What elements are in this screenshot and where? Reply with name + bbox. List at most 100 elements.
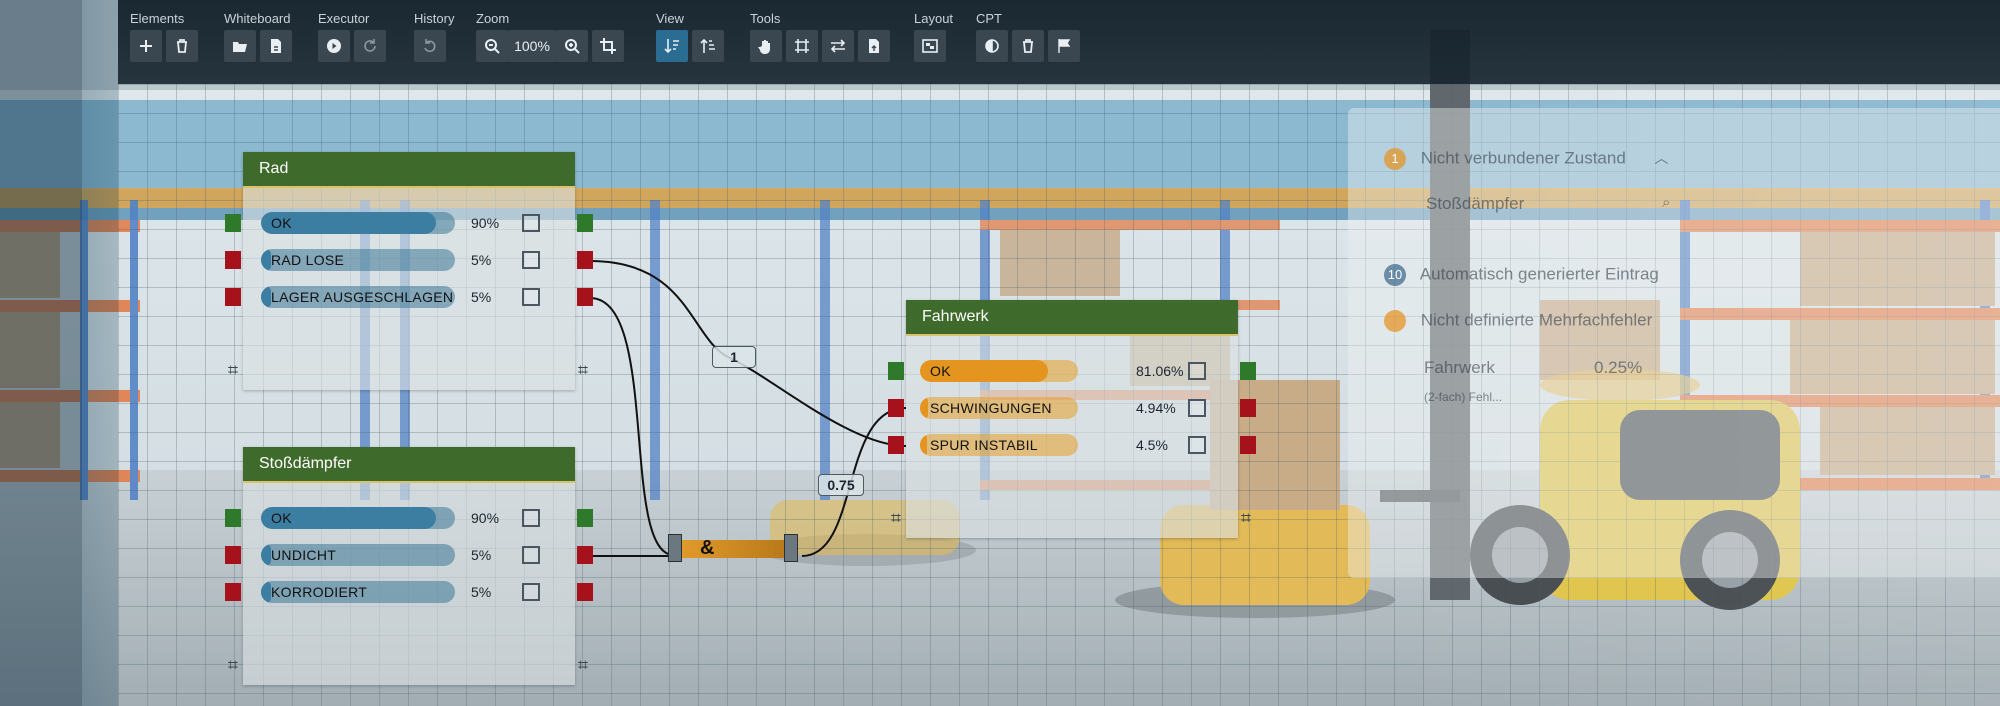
node-stossdaempfer[interactable]: Stoßdämpfer OK 90% UNDICHT 5% KORRODIERT… [225, 447, 593, 685]
state-percent: 5% [471, 289, 492, 305]
and-gate[interactable]: & [668, 534, 798, 562]
resize-handle-icon[interactable]: ⌗ [225, 361, 241, 379]
node-title[interactable]: Stoßdämpfer [243, 447, 575, 481]
state-bar: LAGER AUSGESCHLAGEN [261, 286, 455, 308]
input-port[interactable] [888, 362, 904, 380]
issue-subitem[interactable]: Fahrwerk 0.25% [1424, 358, 1904, 378]
and-gate-bar [682, 540, 786, 558]
state-percent: 81.06% [1136, 363, 1184, 379]
state-bar: KORRODIERT [261, 581, 455, 603]
output-port[interactable] [577, 583, 593, 601]
input-port[interactable] [888, 399, 904, 417]
input-port[interactable] [888, 436, 904, 454]
chevron-up-icon[interactable]: ︿ [1655, 148, 1669, 168]
issues-panel: 1 Nicht verbundener Zustand ︿ Stoßdämpfe… [1348, 108, 2000, 578]
output-port[interactable] [1240, 436, 1256, 454]
and-gate-output-handle[interactable] [784, 534, 798, 562]
state-bar-fill [920, 397, 928, 419]
state-checkbox[interactable] [522, 509, 540, 527]
state-label: UNDICHT [271, 547, 337, 563]
warning-badge-icon [1384, 310, 1406, 332]
state-row[interactable]: OK 90% [243, 212, 575, 236]
input-port[interactable] [225, 583, 241, 601]
state-row[interactable]: SPUR INSTABIL 4.5% [906, 434, 1238, 458]
output-port[interactable] [577, 509, 593, 527]
state-label: OK [930, 363, 951, 379]
node-fahrwerk[interactable]: Fahrwerk OK 81.06% SCHWINGUNGEN 4.94% SP… [888, 300, 1256, 538]
state-bar: OK [261, 212, 455, 234]
connection-weight-label[interactable]: 0.75 [818, 474, 864, 496]
issue-subitem[interactable]: Stoßdämpfer ⌕ [1426, 194, 1670, 214]
state-checkbox[interactable] [522, 214, 540, 232]
output-port[interactable] [1240, 399, 1256, 417]
issue-item-multifault[interactable]: Nicht definierte Mehrfachfehler [1384, 310, 1652, 332]
state-checkbox[interactable] [1188, 362, 1206, 380]
output-port[interactable] [1240, 362, 1256, 380]
state-checkbox[interactable] [522, 251, 540, 269]
output-port[interactable] [577, 214, 593, 232]
input-port[interactable] [225, 509, 241, 527]
node-header-stripe [243, 481, 575, 483]
state-label: OK [271, 510, 292, 526]
state-label: OK [271, 215, 292, 231]
resize-handle-icon[interactable]: ⌗ [225, 656, 241, 674]
connection-weight-label[interactable]: 1 [712, 346, 756, 368]
state-percent: 90% [471, 510, 500, 526]
state-bar-fill [261, 544, 271, 566]
state-row[interactable]: UNDICHT 5% [243, 544, 575, 568]
output-port[interactable] [577, 288, 593, 306]
state-percent: 5% [471, 547, 492, 563]
state-checkbox[interactable] [522, 583, 540, 601]
state-percent: 4.5% [1136, 437, 1168, 453]
node-title[interactable]: Rad [243, 152, 575, 186]
state-bar-fill [920, 434, 928, 456]
state-label: SCHWINGUNGEN [930, 400, 1052, 416]
output-port[interactable] [577, 546, 593, 564]
state-checkbox[interactable] [1188, 436, 1206, 454]
input-port[interactable] [225, 214, 241, 232]
resize-handle-icon[interactable]: ⌗ [1238, 509, 1254, 527]
state-checkbox[interactable] [1188, 399, 1206, 417]
node-header-stripe [243, 186, 575, 188]
input-port[interactable] [225, 288, 241, 306]
and-gate-symbol: & [700, 537, 715, 559]
output-port[interactable] [577, 251, 593, 269]
issue-count-badge: 1 [1384, 148, 1406, 170]
issue-item-autogenerated[interactable]: 10 Automatisch generierter Eintrag [1384, 264, 1659, 286]
input-port[interactable] [225, 251, 241, 269]
search-icon[interactable]: ⌕ [1662, 194, 1670, 211]
state-bar: UNDICHT [261, 544, 455, 566]
state-label: RAD LOSE [271, 252, 345, 268]
state-row[interactable]: OK 90% [243, 507, 575, 531]
node-rad[interactable]: Rad OK 90% RAD LOSE 5% LAGER AUSGESCHLAG… [225, 152, 593, 390]
state-bar: SPUR INSTABIL [920, 434, 1078, 456]
issue-value: 0.25% [1594, 358, 1643, 377]
state-label: SPUR INSTABIL [930, 437, 1038, 453]
state-checkbox[interactable] [522, 288, 540, 306]
state-bar: OK [920, 360, 1078, 382]
resize-handle-icon[interactable]: ⌗ [888, 509, 904, 527]
and-gate-input-handle[interactable] [668, 534, 682, 562]
resize-handle-icon[interactable]: ⌗ [575, 361, 591, 379]
input-port[interactable] [225, 546, 241, 564]
issue-item-unconnected[interactable]: 1 Nicht verbundener Zustand ︿ [1384, 148, 1669, 170]
issue-node-name: Fahrwerk [1424, 358, 1495, 377]
state-row[interactable]: OK 81.06% [906, 360, 1238, 384]
state-bar: RAD LOSE [261, 249, 455, 271]
state-row[interactable]: RAD LOSE 5% [243, 249, 575, 273]
state-checkbox[interactable] [522, 546, 540, 564]
state-bar-fill [261, 286, 271, 308]
issue-subitem-detail: (2-fach) Fehl... [1424, 390, 1503, 404]
state-row[interactable]: KORRODIERT 5% [243, 581, 575, 605]
state-bar: SCHWINGUNGEN [920, 397, 1078, 419]
state-row[interactable]: SCHWINGUNGEN 4.94% [906, 397, 1238, 421]
issue-count-badge: 10 [1384, 264, 1406, 286]
state-bar-fill [261, 581, 271, 603]
issue-subitem-label: Stoßdämpfer [1426, 194, 1525, 213]
state-percent: 5% [471, 252, 492, 268]
issue-title: Nicht definierte Mehrfachfehler [1420, 310, 1653, 330]
state-percent: 4.94% [1136, 400, 1176, 416]
state-row[interactable]: LAGER AUSGESCHLAGEN 5% [243, 286, 575, 310]
node-title[interactable]: Fahrwerk [906, 300, 1238, 334]
resize-handle-icon[interactable]: ⌗ [575, 656, 591, 674]
